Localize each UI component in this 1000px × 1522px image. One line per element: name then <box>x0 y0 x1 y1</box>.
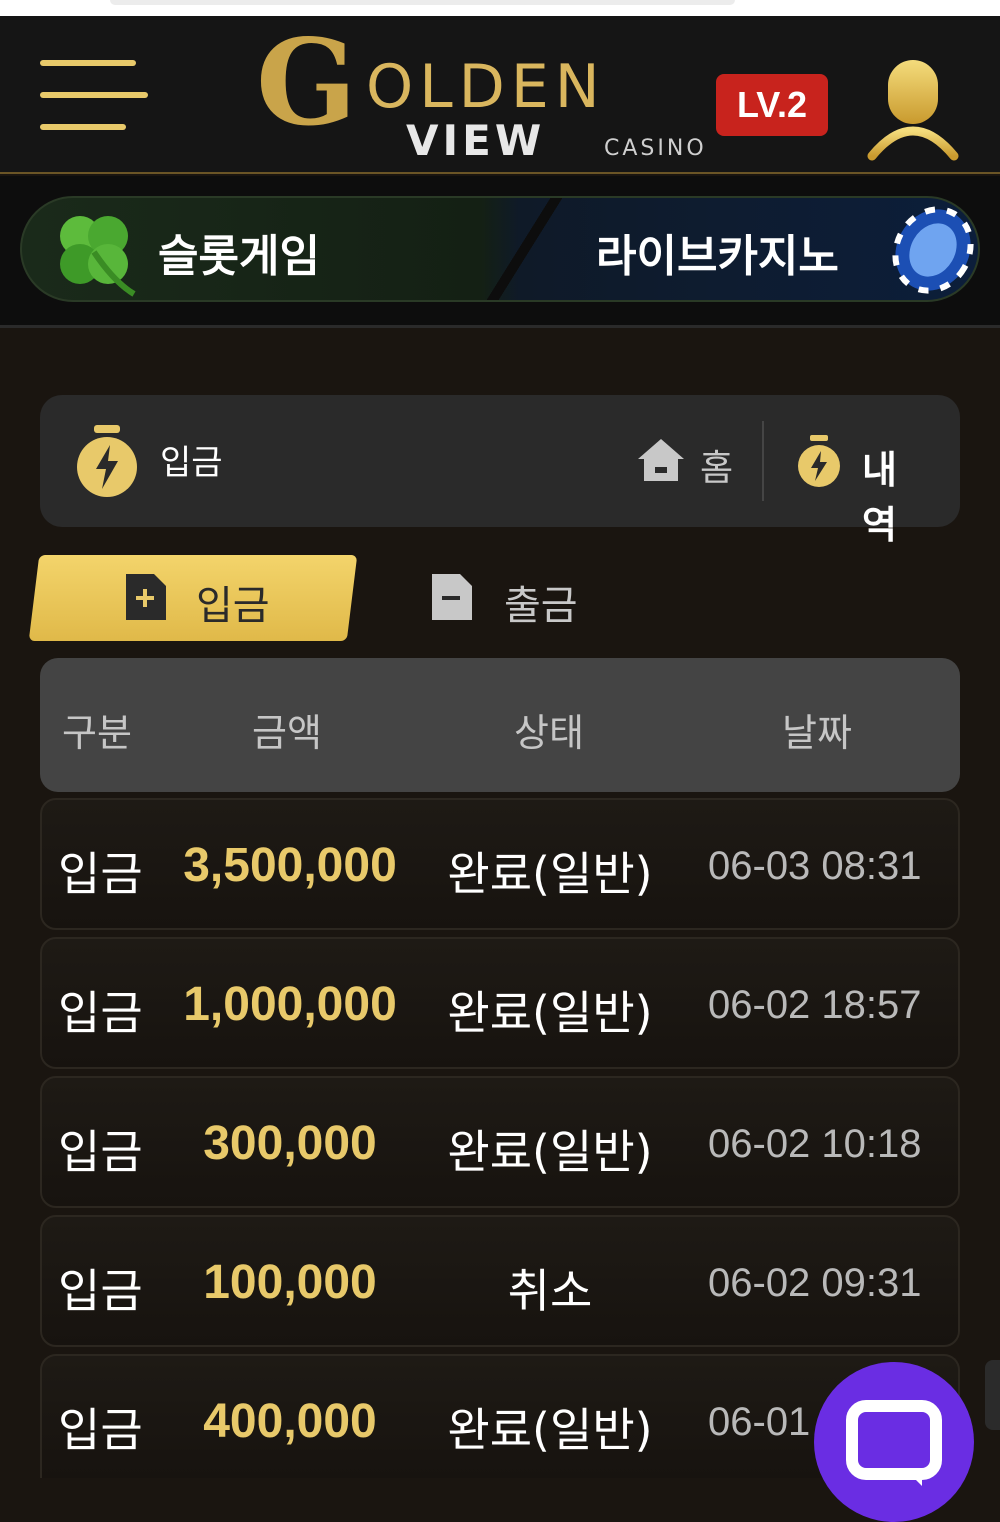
live-chat-button[interactable] <box>814 1362 974 1522</box>
column-header-amount: 금액 <box>252 711 322 755</box>
tab-withdraw-label: 출금 <box>504 583 578 629</box>
table-row[interactable]: 입금 100,000 취소 06-02 09:31 <box>40 1215 960 1347</box>
row-date: 06-03 08:31 <box>708 844 922 888</box>
row-status: 완료(일반) <box>447 847 653 901</box>
column-header-status: 상태 <box>514 711 584 755</box>
row-type: 입금 <box>58 1264 143 1318</box>
scroll-edge-indicator <box>985 1360 1000 1430</box>
site-logo[interactable]: G OLDEN VIEW CASINO <box>256 24 756 166</box>
site-header: G OLDEN VIEW CASINO LV.2 <box>0 16 1000 174</box>
breadcrumb: 입금 홈 내역 <box>40 395 960 547</box>
logo-view: VIEW <box>406 116 546 165</box>
plus-document-icon <box>126 574 166 620</box>
chat-bubble-icon <box>846 1400 942 1480</box>
row-status: 완료(일반) <box>447 1403 653 1457</box>
table-row[interactable]: 입금 1,000,000 완료(일반) 06-02 18:57 <box>40 937 960 1069</box>
stopwatch-bolt-icon <box>798 435 840 487</box>
stopwatch-bolt-icon <box>77 425 137 497</box>
row-status: 완료(일반) <box>447 986 653 1040</box>
game-category-pill: 슬롯게임 라이브카지노 <box>20 196 980 302</box>
hamburger-icon-bar <box>40 124 126 130</box>
row-status: 취소 <box>507 1264 593 1318</box>
breadcrumb-history-label: 내역 <box>862 448 897 547</box>
menu-button[interactable] <box>40 60 148 132</box>
slot-game-button[interactable]: 슬롯게임 <box>22 198 502 300</box>
breadcrumb-separator <box>762 421 764 501</box>
chat-bubble-tail <box>904 1468 922 1486</box>
row-amount: 300,000 <box>203 1117 377 1170</box>
level-badge: LV.2 <box>716 74 828 136</box>
hamburger-icon <box>40 60 136 66</box>
row-amount: 1,000,000 <box>183 978 397 1031</box>
logo-golden: OLDEN <box>366 52 606 122</box>
table-row[interactable]: 입금 3,500,000 완료(일반) 06-03 08:31 <box>40 798 960 930</box>
row-date: 06-01 <box>708 1400 811 1444</box>
table-row[interactable]: 입금 300,000 완료(일반) 06-02 10:18 <box>40 1076 960 1208</box>
column-header-type: 구분 <box>62 711 132 755</box>
browser-handle <box>110 0 735 5</box>
row-type: 입금 <box>58 1125 143 1179</box>
tab-deposit[interactable]: 입금 <box>28 555 358 641</box>
hamburger-icon-bar <box>40 92 148 98</box>
clover-icon <box>60 216 136 297</box>
tab-deposit-label: 입금 <box>196 583 270 629</box>
row-type: 입금 <box>58 847 143 901</box>
row-date: 06-02 10:18 <box>708 1122 922 1166</box>
column-header-date: 날짜 <box>782 711 852 755</box>
row-date: 06-02 18:57 <box>708 983 922 1027</box>
minus-document-icon <box>432 574 472 620</box>
game-category-nav: 슬롯게임 라이브카지노 <box>0 176 1000 328</box>
live-casino-label: 라이브카지노 <box>596 231 839 282</box>
row-type: 입금 <box>58 1403 143 1457</box>
tab-withdraw[interactable]: 출금 <box>420 555 640 641</box>
row-amount: 3,500,000 <box>183 839 397 892</box>
row-status: 완료(일반) <box>447 1125 653 1179</box>
table-header: 구분 금액 상태 날짜 <box>40 658 960 792</box>
user-button[interactable] <box>866 56 960 166</box>
row-amount: 100,000 <box>203 1256 377 1309</box>
tab-deposit-background <box>28 555 358 641</box>
row-type: 입금 <box>58 986 143 1040</box>
breadcrumb-home-label: 홈 <box>700 448 734 489</box>
user-icon <box>867 60 959 161</box>
casino-chip-icon <box>892 206 974 294</box>
browser-top-strip <box>0 0 1000 16</box>
row-amount: 400,000 <box>203 1395 377 1448</box>
slot-game-label: 슬롯게임 <box>158 231 320 282</box>
live-casino-button[interactable]: 라이브카지노 <box>512 198 978 300</box>
row-date: 06-02 09:31 <box>708 1261 922 1305</box>
logo-g: G <box>256 13 357 152</box>
logo-casino: CASINO <box>604 136 707 161</box>
home-icon <box>638 439 684 481</box>
page-title: 입금 <box>160 443 223 483</box>
